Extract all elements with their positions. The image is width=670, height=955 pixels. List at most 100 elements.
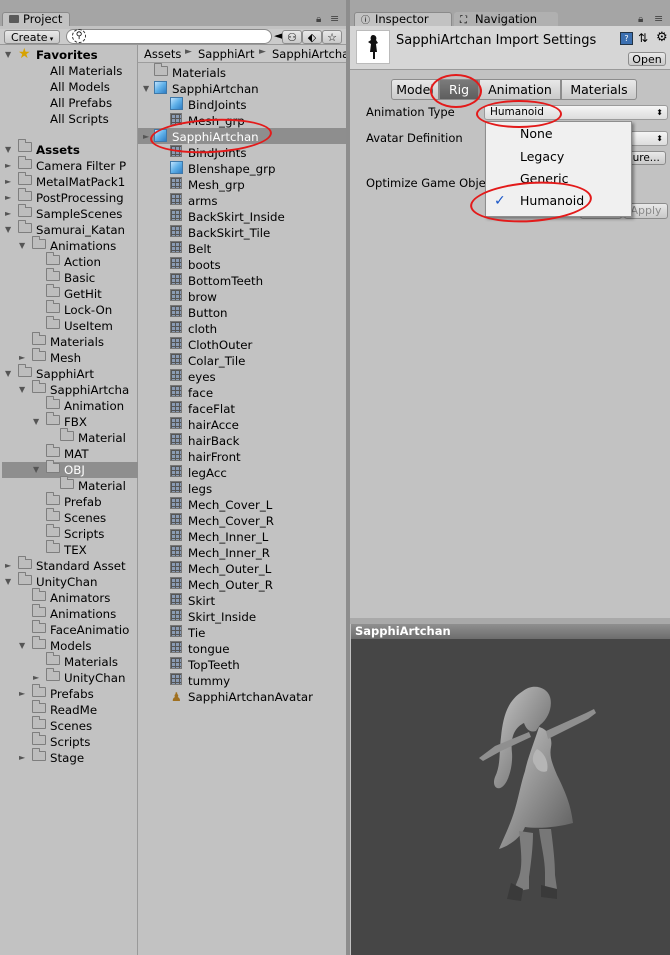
option-legacy[interactable]: Legacy [520, 149, 564, 164]
file-item[interactable]: Mech_Cover_R [188, 513, 274, 529]
tree-item[interactable]: SapphiArt [36, 366, 94, 382]
tree-item[interactable]: Samurai_Katan [36, 222, 125, 238]
file-item[interactable]: face [188, 385, 213, 401]
option-none[interactable]: None [520, 126, 553, 141]
file-item[interactable]: Mech_Inner_L [188, 529, 268, 545]
tree-item[interactable]: Animation [64, 398, 124, 414]
tree-item[interactable]: Material [78, 430, 126, 446]
file-item[interactable]: Button [188, 305, 228, 321]
file-item[interactable]: BottomTeeth [188, 273, 263, 289]
lock-icon[interactable]: 🔒︎ [638, 14, 643, 25]
filter-label-button[interactable]: ⬖ [302, 30, 322, 44]
file-item[interactable]: tongue [188, 641, 230, 657]
breadcrumb-item-1[interactable]: SapphiArt [198, 47, 255, 61]
file-item[interactable]: BindJoints [188, 97, 247, 113]
file-item[interactable]: BackSkirt_Inside [188, 209, 285, 225]
tree-item[interactable]: UnityChan [36, 574, 97, 590]
filter-type-button[interactable]: ⚇ [282, 30, 302, 44]
foldout-icon[interactable]: ► [5, 558, 11, 574]
foldout-icon[interactable]: ► [19, 750, 25, 766]
foldout-icon[interactable]: ▼ [19, 238, 25, 254]
favorite-item[interactable]: All Materials [50, 63, 122, 79]
tab-materials[interactable]: Materials [561, 79, 637, 100]
tree-item[interactable]: Scenes [50, 718, 92, 734]
tree-item[interactable]: UnityChan [64, 670, 125, 686]
tree-item[interactable]: MetalMatPack1 [36, 174, 125, 190]
file-item[interactable]: Skirt [188, 593, 215, 609]
tree-item[interactable]: TEX [64, 542, 87, 558]
file-item[interactable]: Colar_Tile [188, 353, 245, 369]
create-button[interactable]: Create ▾ [4, 30, 60, 44]
tree-item[interactable]: GetHit [64, 286, 102, 302]
tab-animation[interactable]: Animation [479, 79, 561, 100]
file-item[interactable]: Mech_Inner_R [188, 545, 270, 561]
file-item[interactable]: tummy [188, 673, 230, 689]
file-item[interactable]: Blenshape_grp [188, 161, 275, 177]
tree-item[interactable]: Scenes [64, 510, 106, 526]
file-item[interactable]: BackSkirt_Tile [188, 225, 270, 241]
search-input[interactable]: ⚲ [66, 29, 272, 44]
tree-item[interactable]: SapphiArtcha [50, 382, 129, 398]
foldout-icon[interactable]: ▼ [33, 414, 39, 430]
file-item[interactable]: boots [188, 257, 221, 273]
file-item[interactable]: Mech_Cover_L [188, 497, 272, 513]
tree-item[interactable]: Animations [50, 238, 116, 254]
favorite-button[interactable]: ☆ [322, 30, 342, 44]
foldout-icon[interactable]: ▼ [33, 462, 39, 478]
file-item[interactable]: legs [188, 481, 212, 497]
lock-icon[interactable]: 🔒︎ [316, 14, 321, 25]
favorite-item[interactable]: All Scripts [50, 111, 109, 127]
file-item[interactable]: SapphiArtchan [172, 81, 259, 97]
favorite-item[interactable]: All Prefabs [50, 95, 112, 111]
file-item[interactable]: eyes [188, 369, 216, 385]
file-item[interactable]: Tie [188, 625, 205, 641]
tree-item[interactable]: UseItem [64, 318, 113, 334]
tree-item[interactable]: Animations [50, 606, 116, 622]
file-item[interactable]: hairBack [188, 433, 239, 449]
foldout-icon[interactable]: ► [143, 129, 149, 145]
tree-item[interactable]: ReadMe [50, 702, 97, 718]
tree-item[interactable]: Models [50, 638, 92, 654]
file-item[interactable]: cloth [188, 321, 217, 337]
model-preview[interactable] [351, 639, 670, 955]
tree-item[interactable]: Material [78, 478, 126, 494]
gear-icon[interactable]: ⚙ [656, 30, 668, 45]
foldout-icon[interactable]: ► [19, 686, 25, 702]
menu-icon[interactable]: ≡ [654, 12, 663, 25]
menu-icon[interactable]: ≡ [330, 12, 339, 25]
tree-item[interactable]: Materials [64, 654, 118, 670]
file-item[interactable]: brow [188, 289, 217, 305]
help-book-icon[interactable]: ? [620, 32, 633, 45]
tree-item[interactable]: Standard Asset [36, 558, 126, 574]
preset-icon[interactable]: ⇅ [638, 31, 648, 45]
file-item[interactable]: Skirt_Inside [188, 609, 256, 625]
favorites-header[interactable]: Favorites [36, 47, 98, 63]
breadcrumb-item-0[interactable]: Assets [144, 47, 181, 61]
tab-navigation[interactable]: ⛶ Navigation [454, 12, 558, 26]
tree-item[interactable]: Prefabs [50, 686, 94, 702]
foldout-icon[interactable]: ► [5, 190, 11, 206]
file-item[interactable]: arms [188, 193, 218, 209]
tree-item[interactable]: Animators [50, 590, 110, 606]
avatar-definition-dropdown[interactable]: ⬍ [630, 131, 668, 146]
foldout-icon[interactable]: ▼ [5, 574, 11, 590]
file-item[interactable]: faceFlat [188, 401, 235, 417]
foldout-icon[interactable]: ▼ [5, 366, 11, 382]
file-item[interactable]: TopTeeth [188, 657, 240, 673]
open-button[interactable]: Open [628, 52, 666, 66]
foldout-icon[interactable]: ► [5, 174, 11, 190]
tree-item[interactable]: FaceAnimatio [50, 622, 129, 638]
favorites-foldout-icon[interactable]: ▼ [5, 47, 11, 63]
file-item[interactable]: Mech_Outer_L [188, 561, 271, 577]
breadcrumb-item-2[interactable]: SapphiArtcha [272, 47, 349, 61]
tab-inspector[interactable]: ⓘ Inspector [354, 12, 452, 26]
tree-item[interactable]: Camera Filter P [36, 158, 126, 174]
tree-item[interactable]: Mesh [50, 350, 81, 366]
file-item[interactable]: Mech_Outer_R [188, 577, 273, 593]
tree-item[interactable]: Action [64, 254, 101, 270]
tree-item[interactable]: PostProcessing [36, 190, 124, 206]
file-item[interactable]: Mesh_grp [188, 177, 245, 193]
file-item[interactable]: legAcc [188, 465, 227, 481]
file-item[interactable]: Materials [172, 65, 226, 81]
file-item[interactable]: ClothOuter [188, 337, 252, 353]
